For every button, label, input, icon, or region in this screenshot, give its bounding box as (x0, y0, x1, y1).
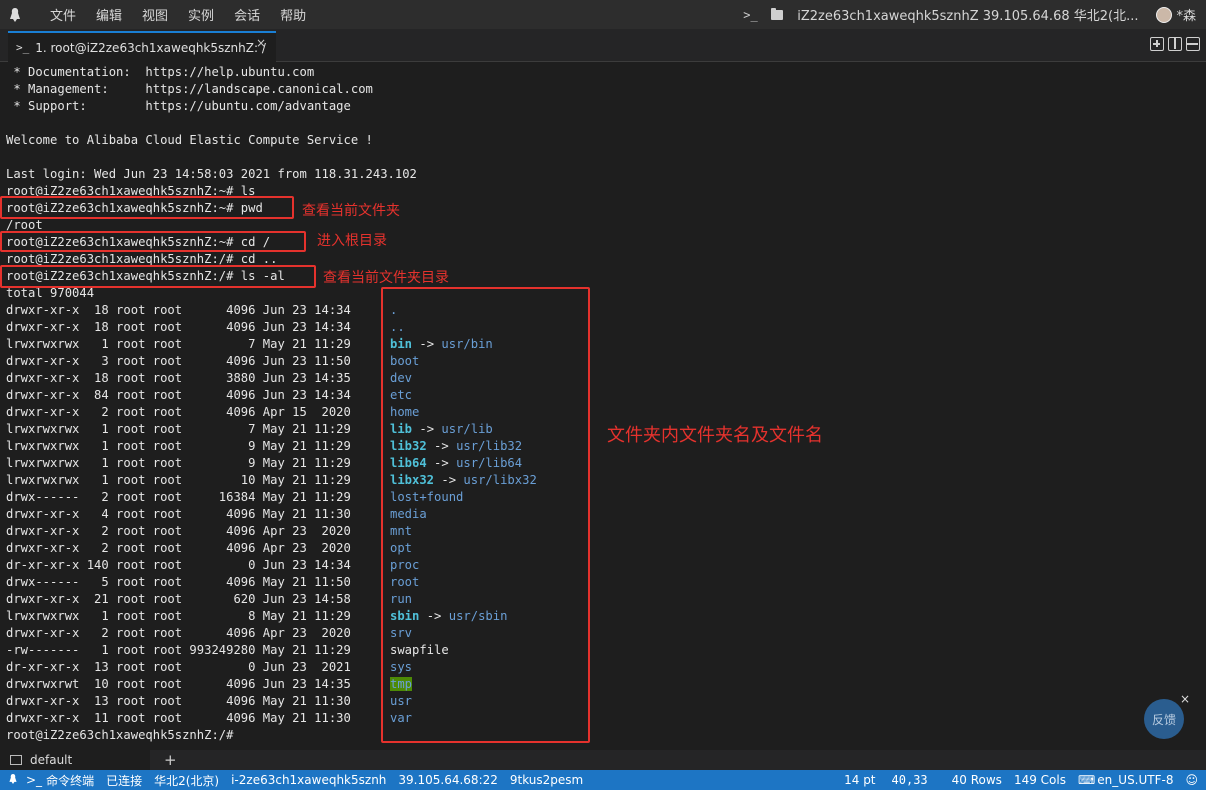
ls-row-meta: lrwxrwxrwx 1 root root 7 May 21 11:29 (6, 337, 351, 351)
session-name: default (30, 753, 73, 767)
names-highlight-box (381, 287, 590, 743)
new-pane-icon[interactable] (1150, 37, 1164, 51)
ls-row-meta: drwxr-xr-x 2 root root 4096 Apr 23 2020 (6, 626, 351, 640)
cd-highlight-box (0, 231, 306, 252)
terminal-mode-icon: >_ (26, 773, 43, 787)
notification-icon[interactable]: ☺ (1185, 773, 1198, 787)
split-horizontal-icon[interactable] (1168, 37, 1182, 51)
status-mode: 命令终端 (46, 773, 95, 788)
app-logo-icon (8, 773, 18, 788)
tab-terminal-1[interactable]: >_ 1. root@iZ2ze63ch1xaweqhk5sznhZ: / × (8, 31, 276, 62)
ls-row-meta: lrwxrwxrwx 1 root root 10 May 21 11:29 (6, 473, 351, 487)
tab-title: 1. root@iZ2ze63ch1xaweqhk5sznhZ: / (35, 40, 266, 55)
menubar-right: >_ iZ2ze63ch1xaweqhk5sznhZ 39.105.64.68 … (743, 0, 1206, 29)
feedback-button[interactable]: 反馈 (1144, 699, 1184, 739)
status-instance: i-2ze63ch1xaweqhk5sznh (231, 773, 387, 787)
app-logo-icon (0, 0, 30, 29)
status-ip: 39.105.64.68:22 (398, 773, 498, 787)
menu-items: 文件 编辑 视图 实例 会话 帮助 (40, 5, 316, 24)
prompt-icon: >_ (16, 41, 30, 54)
status-code: 9tkus2pesm (509, 773, 584, 787)
menu-view[interactable]: 视图 (132, 5, 178, 24)
ls-row-meta: drwx------ 5 root root 4096 May 21 11:50 (6, 575, 351, 589)
ls-row-meta: -rw------- 1 root root 993249280 May 21 … (6, 643, 351, 657)
status-connected: 已连接 (106, 773, 143, 788)
status-right: 14 pt 40,33 40 Rows 149 Cols ⌨ en_US.UTF… (844, 770, 1206, 790)
menu-file[interactable]: 文件 (40, 5, 86, 24)
feedback-close-icon[interactable]: × (1180, 692, 1190, 706)
ls-row-meta: drwxr-xr-x 2 root root 4096 Apr 23 2020 (6, 541, 351, 555)
terminal-line: Welcome to Alibaba Cloud Elastic Compute… (6, 133, 373, 147)
add-session-icon[interactable]: + (164, 751, 177, 769)
menu-help[interactable]: 帮助 (270, 5, 316, 24)
terminal-line: Last login: Wed Jun 23 14:58:03 2021 fro… (6, 167, 417, 181)
pwd-annotation: 查看当前文件夹 (302, 203, 400, 219)
user-name[interactable]: *森 (1176, 5, 1196, 24)
ls-highlight-box (0, 265, 316, 288)
names-annotation: 文件夹内文件夹名及文件名 (607, 425, 823, 446)
terminal-line: * Documentation: https://help.ubuntu.com (6, 65, 315, 79)
ls-row-meta: drwxr-xr-x 13 root root 4096 May 21 11:3… (6, 694, 351, 708)
session-title: iZ2ze63ch1xaweqhk5sznhZ 39.105.64.68 华北2… (797, 9, 1139, 24)
status-rows: 40 Rows (951, 773, 1002, 787)
ls-row-meta: drwxrwxrwt 10 root root 4096 Jun 23 14:3… (6, 677, 351, 691)
terminal-line: * Management: https://landscape.canonica… (6, 82, 373, 96)
status-region: 华北2(北京) (154, 773, 220, 788)
cd-annotation: 进入根目录 (317, 233, 387, 249)
terminal-icon (10, 755, 22, 765)
ls-row-meta: drwxr-xr-x 21 root root 620 Jun 23 14:58 (6, 592, 351, 606)
menu-bar: 文件 编辑 视图 实例 会话 帮助 >_ iZ2ze63ch1xaweqhk5s… (0, 0, 1206, 29)
ls-row-meta: drwxr-xr-x 18 root root 4096 Jun 23 14:3… (6, 320, 351, 334)
ls-row-meta: lrwxrwxrwx 1 root root 9 May 21 11:29 (6, 456, 351, 470)
keyboard-icon: ⌨ (1077, 773, 1096, 787)
terminal-prompt: root@iZ2ze63ch1xaweqhk5sznhZ:/# (6, 728, 234, 742)
terminal-icon[interactable]: >_ (743, 8, 763, 22)
ls-row-meta: drwxr-xr-x 2 root root 4096 Apr 15 2020 (6, 405, 351, 419)
session-bar: default + (0, 750, 1206, 770)
ls-row-meta: drwxr-xr-x 3 root root 4096 Jun 23 11:50 (6, 354, 351, 368)
ls-row-meta: lrwxrwxrwx 1 root root 7 May 21 11:29 (6, 422, 351, 436)
ls-annotation: 查看当前文件夹目录 (323, 270, 449, 286)
status-encoding[interactable]: en_US.UTF-8 (1097, 773, 1173, 787)
terminal-output[interactable]: * Documentation: https://help.ubuntu.com… (0, 63, 1206, 750)
ls-row-meta: dr-xr-xr-x 140 root root 0 Jun 23 14:34 (6, 558, 351, 572)
tab-bar: >_ 1. root@iZ2ze63ch1xaweqhk5sznhZ: / × (0, 29, 1206, 62)
folder-icon[interactable] (771, 7, 784, 20)
terminal-line: * Support: https://ubuntu.com/advantage (6, 99, 351, 113)
ls-row-meta: drwxr-xr-x 84 root root 4096 Jun 23 14:3… (6, 388, 351, 402)
ls-row-meta: lrwxrwxrwx 1 root root 8 May 21 11:29 (6, 609, 351, 623)
ls-row-meta: drwxr-xr-x 11 root root 4096 May 21 11:3… (6, 711, 351, 725)
session-default-tab[interactable]: default (0, 750, 150, 770)
ls-row-meta: dr-xr-xr-x 13 root root 0 Jun 23 2021 (6, 660, 351, 674)
pwd-highlight-box (0, 196, 294, 219)
status-bar: >_ 命令终端 已连接 华北2(北京) i-2ze63ch1xaweqhk5sz… (0, 770, 1206, 790)
split-vertical-icon[interactable] (1186, 37, 1200, 51)
ls-row-meta: drwxr-xr-x 2 root root 4096 Apr 23 2020 (6, 524, 351, 538)
ls-row-meta: drwx------ 2 root root 16384 May 21 11:2… (6, 490, 351, 504)
ls-row-meta: drwxr-xr-x 18 root root 3880 Jun 23 14:3… (6, 371, 351, 385)
ls-row-meta: lrwxrwxrwx 1 root root 9 May 21 11:29 (6, 439, 351, 453)
status-font-size[interactable]: 14 pt (844, 773, 875, 787)
status-cursor: 40,33 (891, 773, 928, 787)
avatar[interactable] (1156, 6, 1173, 23)
close-icon[interactable]: × (256, 36, 266, 50)
ls-row-meta: drwxr-xr-x 18 root root 4096 Jun 23 14:3… (6, 303, 351, 317)
menu-edit[interactable]: 编辑 (86, 5, 132, 24)
layout-buttons (1150, 37, 1200, 51)
menu-session[interactable]: 会话 (224, 5, 270, 24)
ls-row-meta: drwxr-xr-x 4 root root 4096 May 21 11:30 (6, 507, 351, 521)
status-cols: 149 Cols (1013, 773, 1066, 787)
menu-instance[interactable]: 实例 (178, 5, 224, 24)
